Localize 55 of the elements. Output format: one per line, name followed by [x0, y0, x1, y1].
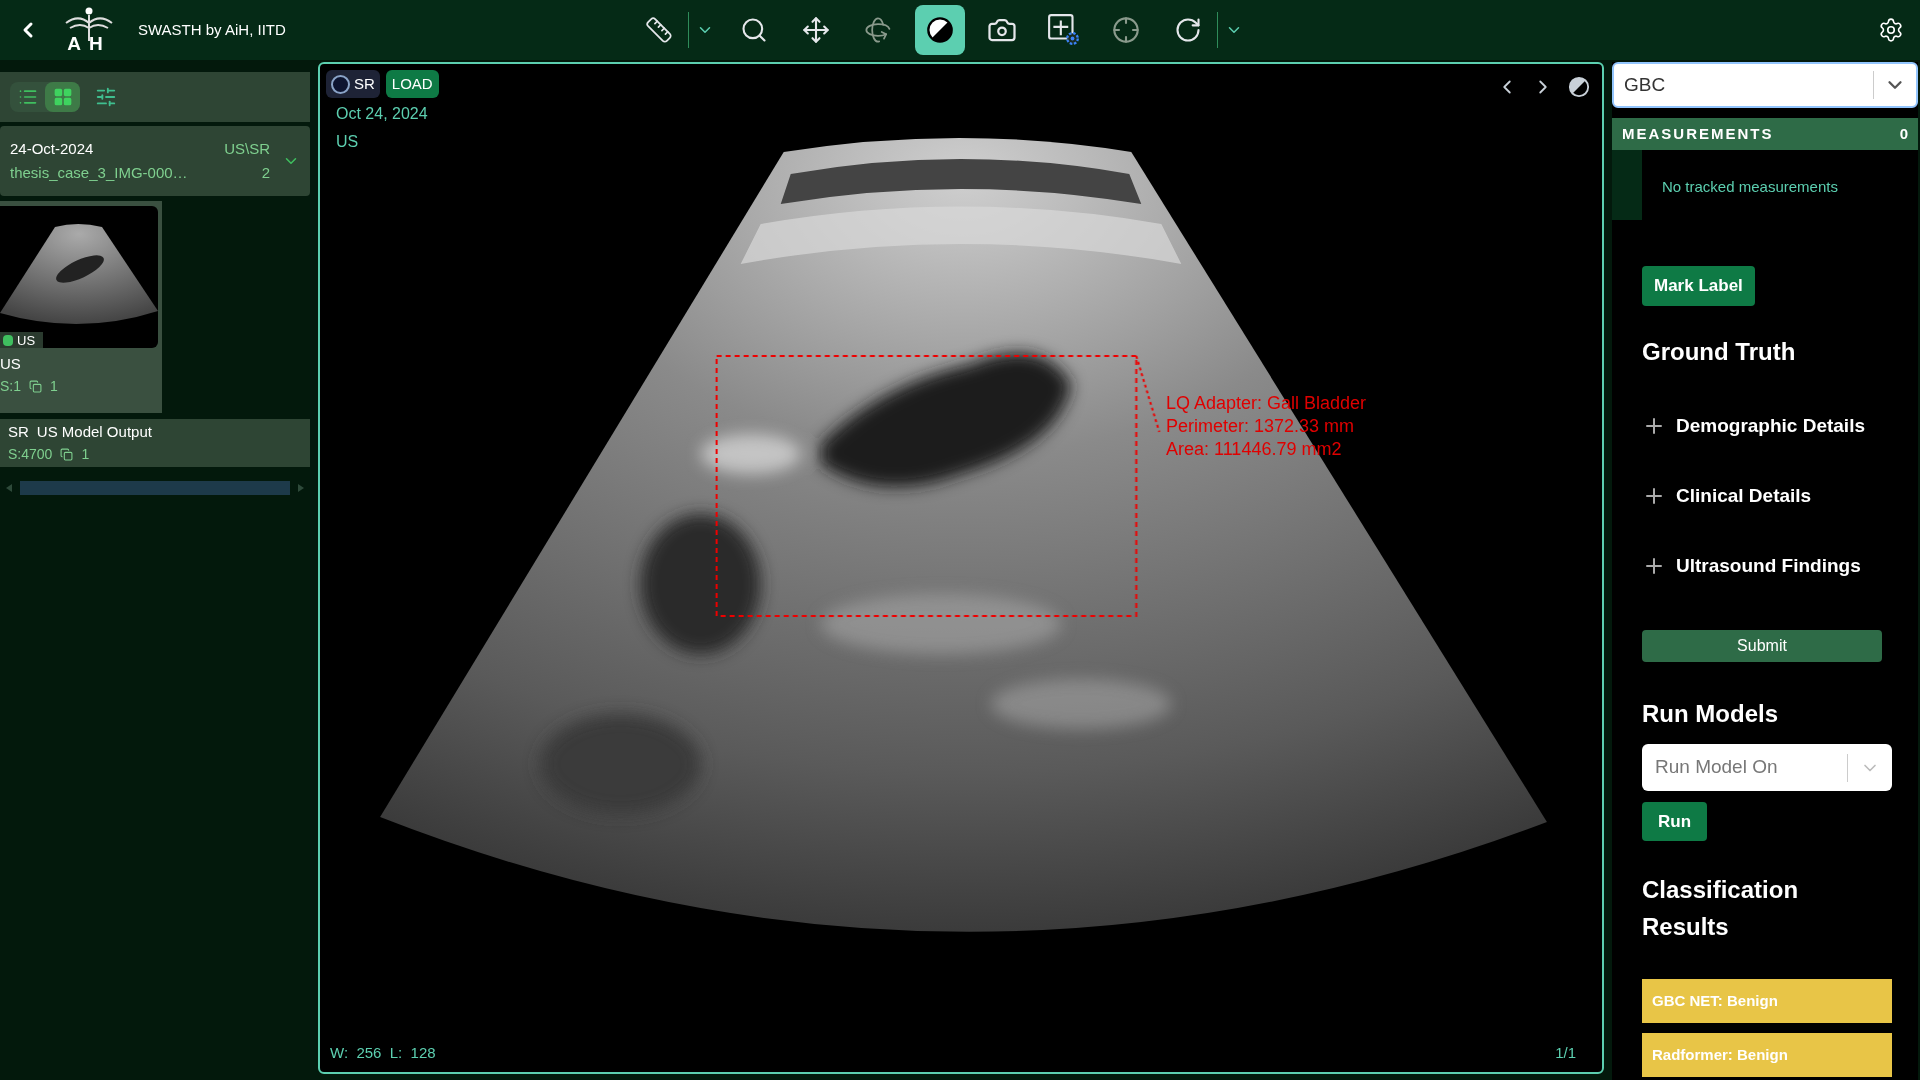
result-banner: Radformer: Benign — [1642, 1033, 1892, 1077]
study-description: thesis_case_3_IMG-000… — [10, 163, 189, 183]
submit-button[interactable]: Submit — [1642, 630, 1882, 662]
logo: A H — [60, 7, 118, 53]
protocol-select[interactable]: GBC — [1612, 62, 1918, 108]
series-row[interactable]: SR US Model Output S:4700 1 — [0, 419, 310, 467]
collapsible-section[interactable]: Clinical Details — [1642, 482, 1812, 510]
load-button[interactable]: LOAD — [385, 70, 439, 98]
instance-count: 1 — [81, 444, 90, 464]
list-icon — [17, 87, 38, 107]
series-number: S:4700 — [8, 444, 53, 464]
copy-icon — [29, 379, 42, 393]
collapsible-section[interactable]: Ultrasound Findings — [1642, 552, 1861, 580]
series-title: US Model Output — [36, 422, 152, 443]
rotate-icon — [1174, 16, 1202, 44]
sliders-icon — [94, 86, 117, 108]
crosshair-icon — [1112, 16, 1140, 44]
search-icon — [740, 16, 768, 44]
tool-button[interactable] — [915, 5, 965, 55]
contrast-icon — [926, 16, 954, 44]
grid-view-button[interactable] — [45, 82, 80, 112]
mark-label-button[interactable]: Mark Label — [1642, 266, 1755, 306]
collapsible-section[interactable]: Demographic Details — [1642, 412, 1865, 440]
section-heading: Classification Results — [1642, 875, 1800, 942]
study-card[interactable]: 24-Oct-2024 thesis_case_3_IMG-000… US\SR 2 — [0, 126, 310, 196]
window-level-text: W: 256 L: 128 — [330, 1042, 436, 1063]
section-heading: Run Models — [1642, 699, 1778, 729]
instance-count: 1 — [50, 376, 58, 396]
move-arrows-icon — [802, 16, 830, 44]
frame-counter: 1/1 — [1555, 1042, 1576, 1063]
settings-icon[interactable] — [1878, 17, 1904, 43]
empty-message: No tracked measurements — [1662, 177, 1838, 197]
modality-label: US — [336, 132, 359, 152]
measurements-header[interactable]: MEASUREMENTS 0 — [1612, 118, 1918, 150]
series-modality-tag: SR — [8, 421, 29, 444]
measurement-side-strip — [1612, 150, 1642, 220]
series-thumbnail-card[interactable]: US US S:1 1 — [0, 201, 162, 413]
app-title: SWASTH by AiH, IITD — [138, 19, 286, 40]
contrast-icon[interactable] — [1568, 76, 1590, 98]
ruler-icon — [645, 16, 673, 44]
study-date: 24-Oct-2024 — [10, 138, 95, 159]
copy-icon — [60, 447, 74, 461]
grid-gear-icon — [1047, 13, 1081, 47]
series-number: S:1 — [0, 376, 21, 396]
study-modalities: US\SR — [224, 138, 270, 159]
study-date: Oct 24, 2024 — [336, 104, 428, 124]
grid-icon — [52, 87, 73, 107]
model-select[interactable]: Run Model On — [1642, 744, 1892, 791]
section-heading: Ground Truth — [1642, 337, 1796, 367]
run-button[interactable]: Run — [1642, 802, 1708, 841]
result-banner: GBC NET: Benign — [1642, 979, 1892, 1023]
sr-badge[interactable]: SR — [326, 70, 380, 98]
measurement-count: 0 — [1899, 123, 1908, 144]
series-count: 2 — [261, 163, 270, 183]
series-title: US — [0, 354, 22, 374]
